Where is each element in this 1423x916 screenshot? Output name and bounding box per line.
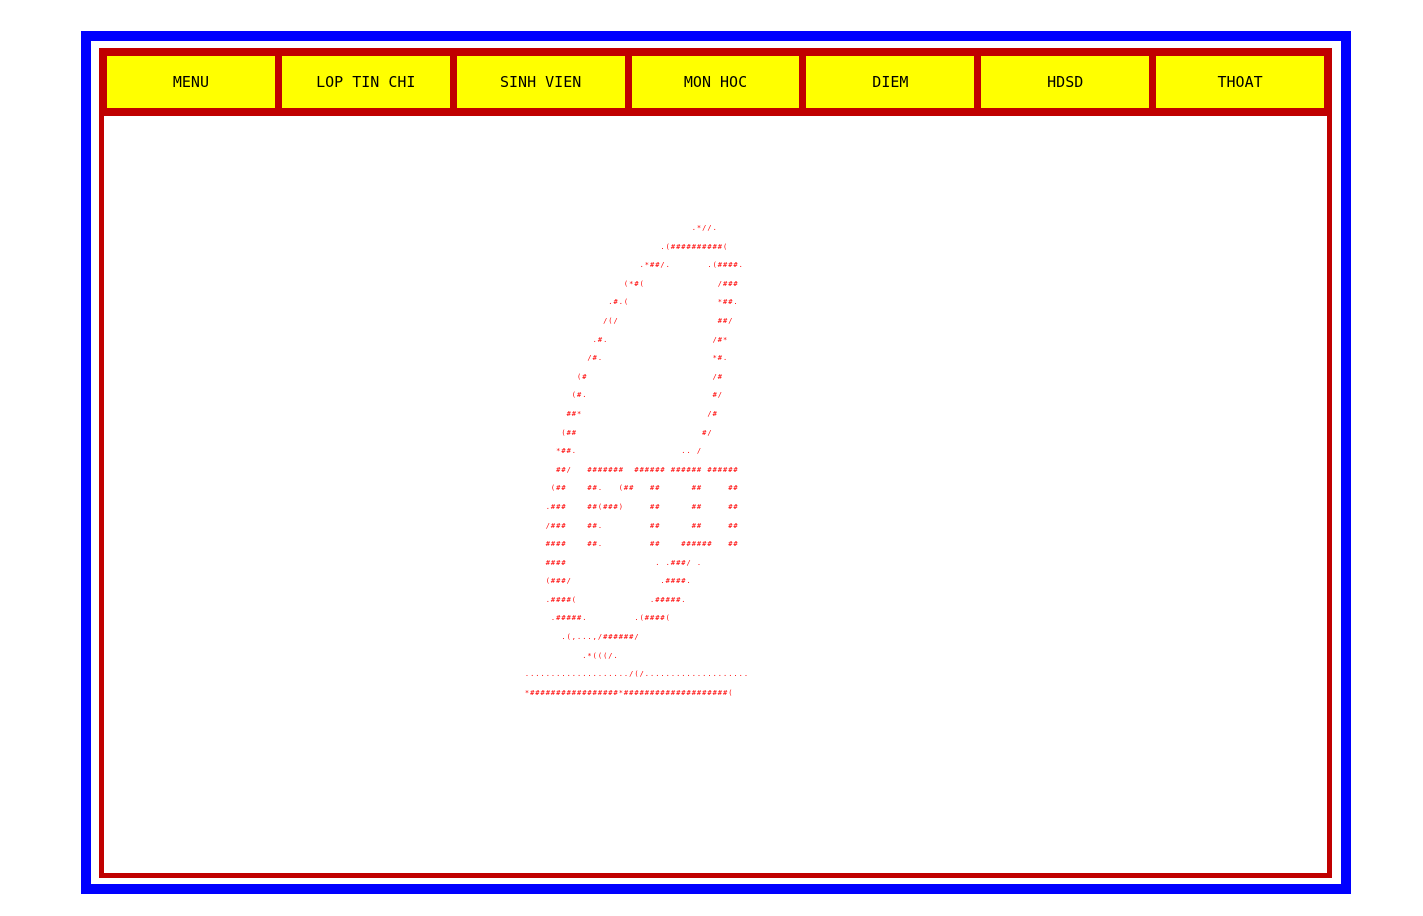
menu-item-sinh-vien[interactable]: SINH VIEN: [453, 53, 628, 111]
menu-item-lop-tin-chi[interactable]: LOP TIN CHI: [278, 53, 453, 111]
menu-item-thoat[interactable]: THOAT: [1153, 53, 1328, 111]
main-window: MENU LOP TIN CHI SINH VIEN MON HOC DIEM HDSD T…: [99, 48, 1332, 878]
menu-item-diem[interactable]: DIEM: [803, 53, 978, 111]
ascii-logo: .*//. .(##########( .*##/. .(####. (*#( …: [524, 224, 750, 697]
menu-bar: MENU LOP TIN CHI SINH VIEN MON HOC DIEM HDSD T…: [104, 53, 1328, 111]
menu-item-mon-hoc[interactable]: MON HOC: [628, 53, 803, 111]
outer-blue-frame: MENU LOP TIN CHI SINH VIEN MON HOC DIEM HDSD T…: [81, 31, 1351, 894]
menu-item-menu[interactable]: MENU: [104, 53, 278, 111]
menu-item-hdsd[interactable]: HDSD: [978, 53, 1153, 111]
menu-divider: [104, 111, 1327, 116]
